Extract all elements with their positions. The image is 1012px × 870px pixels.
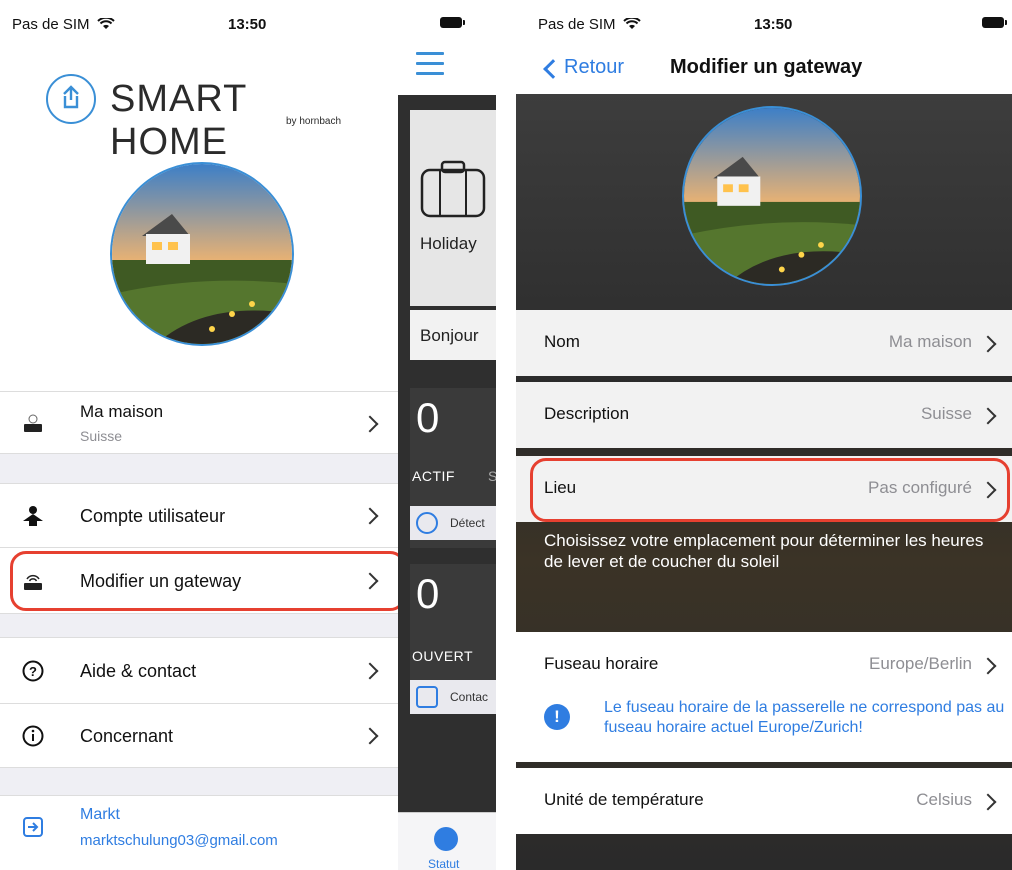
side-menu: Pas de SIM 13:50 SMART HOME by hornbach bbox=[0, 0, 406, 870]
page-title: Modifier un gateway bbox=[670, 56, 863, 78]
timezone-value: Europe/Berlin bbox=[868, 654, 972, 673]
dashboard-peek: Holiday Bonjour 0 ACTIF S Détect 0 OUVER… bbox=[398, 0, 496, 870]
menu-item-user-account[interactable]: Compte utilisateur bbox=[0, 483, 398, 547]
chevron-left-icon[interactable] bbox=[543, 59, 563, 79]
help-icon: ? bbox=[22, 660, 44, 682]
account-email: marktschulung03@gmail.com bbox=[80, 832, 278, 849]
logout-icon bbox=[23, 817, 43, 837]
active-count: 0 bbox=[416, 394, 440, 441]
open-label: OUVERT bbox=[412, 648, 474, 664]
menu-item-label: Concernant bbox=[80, 726, 174, 746]
chevron-right-icon bbox=[361, 662, 379, 680]
greeting-label: Bonjour bbox=[420, 326, 479, 345]
carrier-label: Pas de SIM bbox=[12, 16, 90, 33]
account-name: Markt bbox=[80, 806, 120, 823]
gateway-name: Ma maison bbox=[80, 402, 164, 421]
chevron-right-icon bbox=[979, 407, 997, 425]
hamburger-menu-icon[interactable] bbox=[416, 52, 444, 82]
svg-text:?: ? bbox=[29, 664, 37, 679]
detector-pill[interactable]: Détect bbox=[410, 506, 496, 540]
status-tab-icon bbox=[434, 827, 458, 851]
chevron-right-icon bbox=[979, 793, 997, 811]
contact-pill[interactable]: Contac bbox=[410, 680, 496, 714]
navigation-bar: Retour Modifier un gateway bbox=[516, 44, 1012, 94]
temperature-row[interactable]: Unité de température Celsius bbox=[516, 768, 1012, 834]
status-bar: Pas de SIM 13:50 bbox=[0, 0, 398, 44]
status-time: 13:50 bbox=[228, 16, 267, 33]
gateway-photo[interactable] bbox=[682, 106, 862, 286]
timezone-warning: ! Le fuseau horaire de la passerelle ne … bbox=[516, 690, 1012, 762]
status-bar: Pas de SIM 13:50 bbox=[516, 0, 1012, 44]
chevron-right-icon bbox=[361, 727, 379, 745]
chevron-right-icon bbox=[361, 415, 379, 433]
warning-text: Le fuseau horaire de la passerelle ne co… bbox=[604, 699, 1005, 736]
name-row[interactable]: Nom Ma maison bbox=[516, 310, 1012, 376]
account-row[interactable]: Markt marktschulung03@gmail.com bbox=[0, 795, 398, 870]
menu-item-label: Aide & contact bbox=[80, 661, 197, 681]
modify-gateway-screen: Pas de SIM 13:50 Retour Modifier un gate… bbox=[516, 0, 1012, 870]
highlight-marker bbox=[530, 458, 1010, 522]
menu-item-help-contact[interactable]: ? Aide & contact bbox=[0, 637, 398, 703]
name-label: Nom bbox=[544, 332, 580, 351]
suitcase-icon bbox=[420, 160, 486, 218]
battery-icon bbox=[982, 17, 1007, 28]
contact-icon bbox=[416, 686, 438, 708]
active-label: ACTIF bbox=[412, 468, 455, 484]
gateway-location: Suisse bbox=[80, 428, 123, 444]
side-menu-screen: Pas de SIM 13:50 SMART HOME by hornbach bbox=[0, 0, 496, 870]
wifi-icon bbox=[623, 18, 641, 29]
back-button[interactable]: Retour bbox=[564, 56, 624, 79]
chevron-right-icon bbox=[979, 657, 997, 675]
location-hint: Choisissez votre emplacement pour déterm… bbox=[544, 531, 984, 571]
temperature-value: Celsius bbox=[916, 790, 972, 809]
menu-item-label: Compte utilisateur bbox=[80, 506, 226, 526]
gateway-row[interactable]: Ma maison Suisse bbox=[0, 391, 398, 453]
wifi-icon bbox=[97, 18, 115, 29]
description-value: Suisse bbox=[920, 404, 972, 423]
timezone-label: Fuseau horaire bbox=[544, 654, 659, 673]
description-row[interactable]: Description Suisse bbox=[516, 382, 1012, 448]
holiday-label: Holiday bbox=[420, 234, 477, 253]
temperature-label: Unité de température bbox=[544, 790, 704, 809]
power-icon bbox=[46, 74, 96, 124]
user-icon bbox=[23, 506, 43, 526]
chevron-right-icon bbox=[361, 507, 379, 525]
chevron-right-icon bbox=[979, 335, 997, 353]
warning-icon: ! bbox=[544, 704, 570, 730]
tab-status[interactable]: Statut bbox=[398, 812, 496, 870]
detector-icon bbox=[416, 512, 438, 534]
open-count: 0 bbox=[416, 570, 440, 617]
gateway-icon bbox=[24, 414, 42, 432]
description-label: Description bbox=[544, 404, 630, 423]
info-icon bbox=[22, 725, 44, 747]
battery-icon bbox=[440, 17, 465, 28]
name-value: Ma maison bbox=[888, 332, 972, 351]
holiday-card[interactable]: Holiday bbox=[410, 110, 496, 306]
menu-item-about[interactable]: Concernant bbox=[0, 703, 398, 767]
timezone-row[interactable]: Fuseau horaire Europe/Berlin bbox=[516, 632, 1012, 694]
highlight-marker bbox=[10, 551, 406, 611]
gateway-photo[interactable] bbox=[110, 162, 294, 346]
smart-home-logo: SMART HOME by hornbach bbox=[46, 70, 366, 163]
